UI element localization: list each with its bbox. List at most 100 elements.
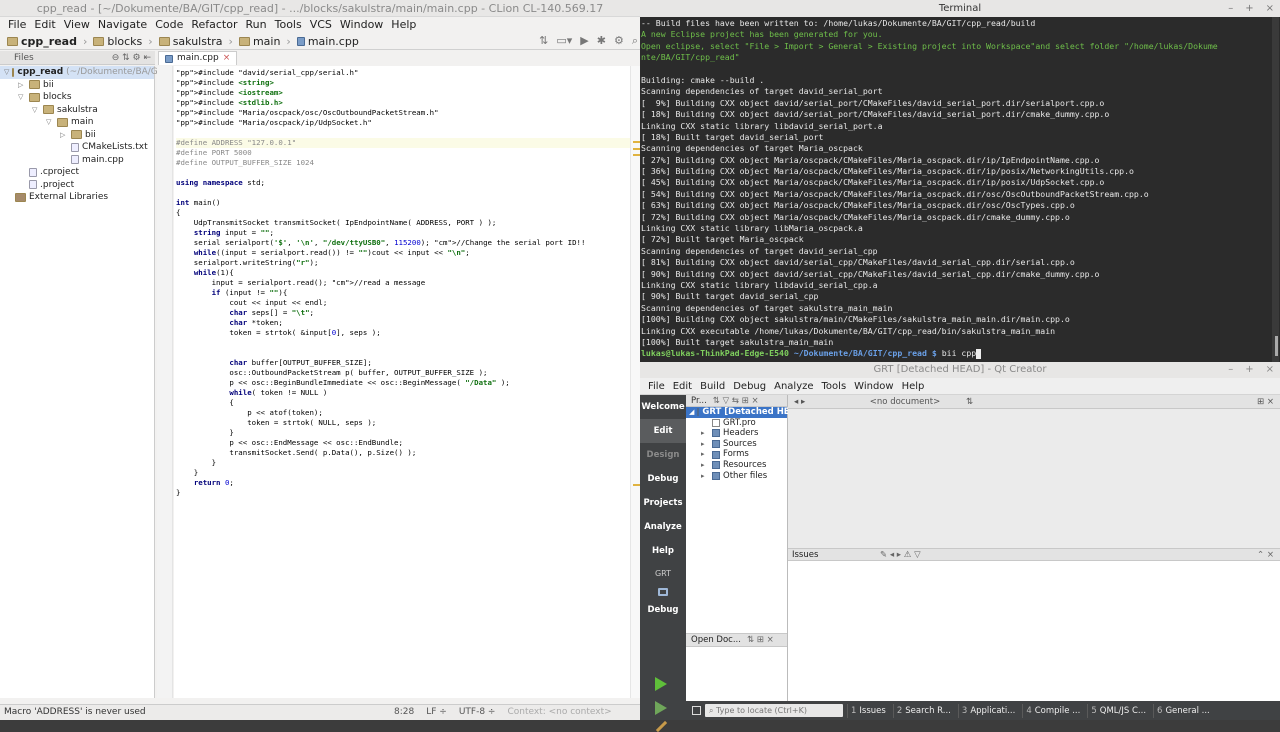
output-tab-qmljsc[interactable]: 5 QML/JS C... (1087, 703, 1149, 718)
tree-item-sakulstra[interactable]: ▽ sakulstra (0, 104, 154, 117)
tree-item-cpp-read[interactable]: ▽ cpp_read (~/Dokumente/BA/GIT (0, 66, 166, 79)
issues-list[interactable] (788, 561, 1280, 701)
qt-tree-item-headers[interactable]: ▸ Headers (686, 428, 787, 439)
expand-arrow-icon[interactable]: ▷ (18, 79, 26, 92)
qt-menu-help[interactable]: Help (898, 378, 929, 394)
tree-item-blocks[interactable]: ▽ blocks (0, 91, 154, 104)
run-config-select[interactable]: ▭▾ (556, 34, 572, 48)
breadcrumb-item[interactable]: blocks (90, 35, 145, 48)
expand-arrow-icon[interactable]: ▸ (701, 449, 709, 460)
split-icon[interactable]: ⊞ × (1257, 395, 1274, 409)
line-ending[interactable]: LF ÷ (426, 705, 447, 720)
menu-navigate[interactable]: Navigate (94, 17, 151, 33)
sidebar-toggle-icon[interactable] (692, 706, 701, 715)
expand-arrow-icon[interactable]: ▸ (701, 439, 709, 450)
pane-tools-icon[interactable]: ⇅ ⊞ × (747, 634, 774, 646)
tree-item--project[interactable]: .project (0, 179, 154, 192)
kit-monitor-icon[interactable] (640, 581, 686, 603)
context-indicator[interactable]: Context: <no context> (507, 705, 611, 720)
breadcrumb-item[interactable]: main.cpp (294, 35, 362, 48)
expand-arrow-icon[interactable]: ▽ (46, 116, 54, 129)
warning-marker[interactable] (633, 484, 640, 486)
mode-projects[interactable]: Projects (640, 491, 686, 515)
minimize-icon[interactable]: – (1228, 362, 1233, 378)
menu-edit[interactable]: Edit (30, 17, 59, 33)
output-tab-compile[interactable]: 4 Compile ... (1022, 703, 1083, 718)
kit-build-mode[interactable]: Debug (640, 603, 686, 617)
qt-menu-analyze[interactable]: Analyze (770, 378, 817, 394)
maximize-icon[interactable]: + (1245, 362, 1253, 378)
terminal-output[interactable]: -- Build files have been written to: /ho… (641, 17, 1271, 362)
caret-position[interactable]: 8:28 (394, 705, 414, 720)
expand-arrow-icon[interactable]: ◢ (689, 407, 694, 418)
mode-debug[interactable]: Debug (640, 467, 686, 491)
file-encoding[interactable]: UTF-8 ÷ (459, 705, 496, 720)
qt-menu-edit[interactable]: Edit (669, 378, 696, 394)
qt-menu-tools[interactable]: Tools (818, 378, 851, 394)
nav-arrows-icon[interactable]: ◂ ▸ (794, 395, 805, 409)
qt-menu-build[interactable]: Build (696, 378, 729, 394)
document-select[interactable]: <no document> (840, 395, 970, 409)
menu-view[interactable]: View (60, 17, 94, 33)
menu-tools[interactable]: Tools (271, 17, 306, 33)
search-icon[interactable]: ⌕ (632, 34, 638, 48)
expand-arrow-icon[interactable]: ▸ (701, 460, 709, 471)
output-tab-general[interactable]: 6 General ... (1153, 703, 1213, 718)
mode-edit[interactable]: Edit (640, 419, 686, 443)
qt-tree-item-grt--detached-he[interactable]: ◢ GRT [Detached HE (686, 407, 790, 418)
chevron-down-icon[interactable]: ⇅ (966, 395, 973, 409)
output-tab-searchr[interactable]: 2 Search R... (892, 703, 954, 718)
expand-arrow-icon[interactable]: ▽ (4, 66, 9, 79)
breadcrumb-item[interactable]: cpp_read (4, 35, 80, 48)
run-icon[interactable] (655, 677, 667, 691)
expand-arrow-icon[interactable]: ▷ (60, 129, 68, 142)
terminal-prompt-line[interactable]: lukas@lukas-ThinkPad-Edge-E540 ~/Dokumen… (641, 348, 1271, 359)
menu-window[interactable]: Window (336, 17, 387, 33)
tree-item--cproject[interactable]: .cproject (0, 166, 154, 179)
tree-item-bii[interactable]: ▷ bii (0, 129, 154, 142)
breadcrumb-item[interactable]: main (236, 35, 283, 48)
code-editor[interactable]: "pp">#include "david/serial_cpp/serial.h… (174, 66, 630, 698)
qt-menu-debug[interactable]: Debug (729, 378, 770, 394)
qt-tree-item-forms[interactable]: ▸ Forms (686, 449, 787, 460)
qt-tree-item-grt-pro[interactable]: GRT.pro (686, 418, 787, 429)
output-tab-applicati[interactable]: 3 Applicati... (957, 703, 1018, 718)
menu-refactor[interactable]: Refactor (187, 17, 241, 33)
expand-arrow-icon[interactable]: ▽ (32, 104, 40, 117)
warning-marker[interactable] (633, 154, 640, 156)
open-documents-label[interactable]: Open Doc... (691, 634, 741, 646)
editor-tab-main-cpp[interactable]: main.cpp × (158, 51, 238, 65)
tree-item-main-cpp[interactable]: main.cpp (0, 154, 154, 167)
issues-filter-icons[interactable]: ✎ ◂ ▸ ⚠ ▽ (880, 549, 921, 561)
menu-file[interactable]: File (4, 17, 30, 33)
projects-view-select[interactable]: Pr... (691, 395, 707, 406)
qt-tree-item-sources[interactable]: ▸ Sources (686, 439, 787, 450)
tree-item-cmakelists-txt[interactable]: CMakeLists.txt (0, 141, 154, 154)
qt-tree-item-other-files[interactable]: ▸ Other files (686, 471, 787, 482)
qt-menu-file[interactable]: File (644, 378, 669, 394)
minimize-icon[interactable]: – (1228, 0, 1233, 17)
debug-run-icon[interactable] (655, 701, 667, 715)
build-config-icon[interactable]: ⇅ (539, 34, 548, 48)
warning-marker[interactable] (633, 141, 640, 143)
expand-arrow-icon[interactable]: ▽ (18, 91, 26, 104)
panel-settings-icon[interactable]: ⊖ ⇅ ⚙ ⇤ (112, 51, 151, 65)
expand-arrow-icon[interactable]: ▸ (701, 428, 709, 439)
tree-item-bii[interactable]: ▷ bii (0, 79, 154, 92)
expand-arrow-icon[interactable]: ▸ (701, 471, 709, 482)
terminal-scrollbar[interactable] (1272, 17, 1279, 362)
close-tab-icon[interactable]: × (223, 52, 231, 65)
locator-input[interactable]: ⌕ Type to locate (Ctrl+K) (705, 704, 843, 717)
settings-icon[interactable]: ⚙ (614, 34, 624, 48)
qt-menu-window[interactable]: Window (850, 378, 897, 394)
menu-vcs[interactable]: VCS (306, 17, 336, 33)
pane-tools-icon[interactable]: ⇅ ▽ ⇆ ⊞ × (713, 395, 759, 406)
build-hammer-icon[interactable] (655, 720, 668, 732)
tree-item-main[interactable]: ▽ main (0, 116, 154, 129)
mode-analyze[interactable]: Analyze (640, 515, 686, 539)
debug-icon[interactable]: ✱ (597, 34, 606, 48)
issues-collapse-icon[interactable]: ⌃ × (1257, 549, 1274, 561)
menu-code[interactable]: Code (151, 17, 187, 33)
terminal-scroll-thumb[interactable] (1275, 336, 1278, 356)
menu-help[interactable]: Help (387, 17, 420, 33)
